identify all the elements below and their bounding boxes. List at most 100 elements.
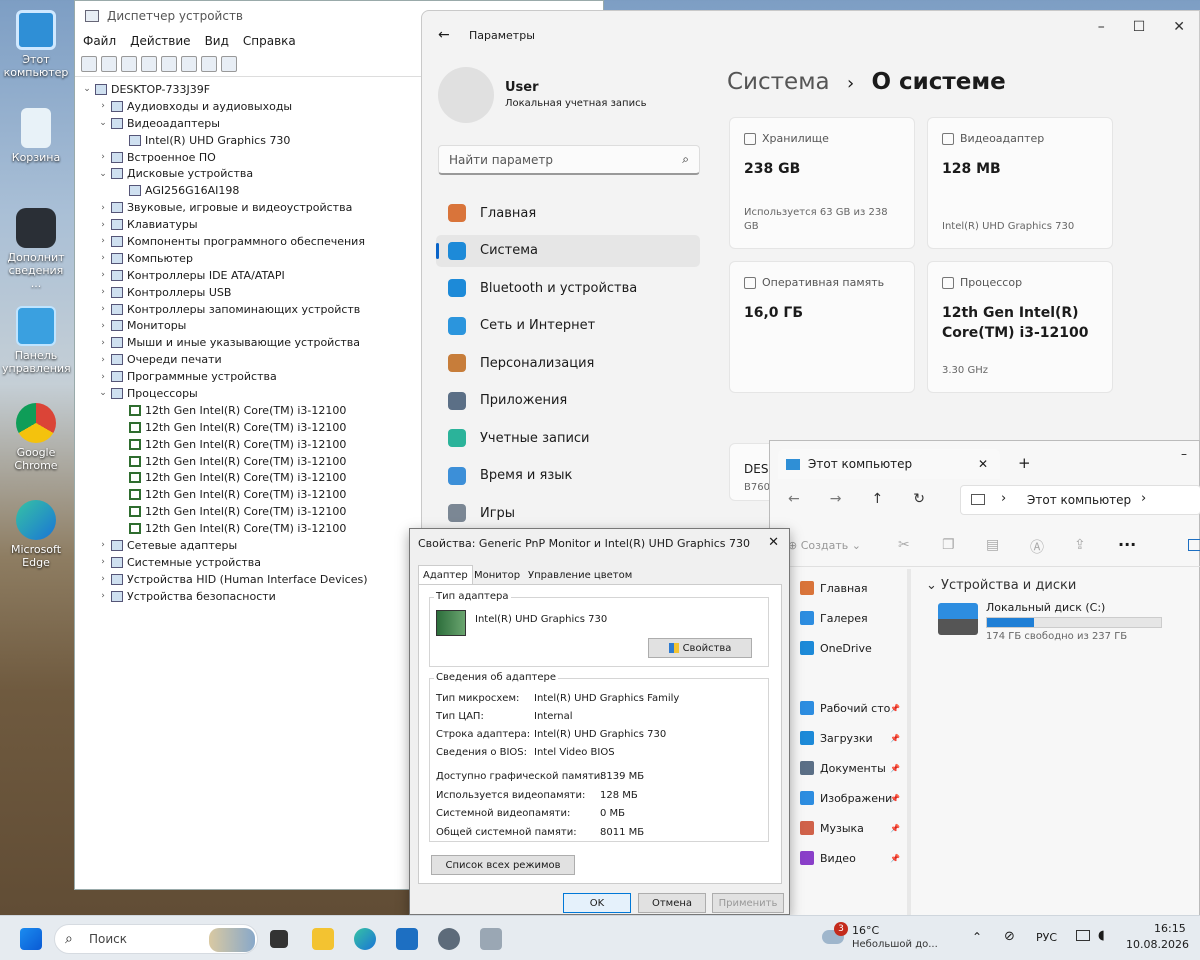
minimize-icon[interactable]: – bbox=[1181, 447, 1187, 461]
chevron-right-icon[interactable]: › bbox=[97, 591, 109, 601]
desktop-icon-control-panel[interactable]: Панель управления bbox=[2, 306, 71, 375]
cut-icon[interactable]: ✂ bbox=[898, 537, 910, 553]
forward-arrow-icon[interactable] bbox=[101, 55, 117, 72]
scan-hardware-icon[interactable] bbox=[221, 55, 237, 72]
explorer-sidebar-item[interactable]: Документы 📌 bbox=[800, 758, 900, 778]
explorer-sidebar-item[interactable]: Галерея bbox=[800, 608, 900, 628]
spec-card[interactable]: Оперативная память 16,0 ГБ bbox=[729, 261, 915, 393]
volume-icon[interactable]: ◖ bbox=[1098, 928, 1105, 943]
chevron-right-icon[interactable]: › bbox=[97, 355, 109, 365]
pin-icon[interactable]: 📌 bbox=[890, 704, 900, 713]
menu-help[interactable]: Справка bbox=[243, 34, 296, 48]
maximize-icon[interactable]: ☐ bbox=[1133, 19, 1146, 35]
search-input[interactable]: Найти параметр bbox=[449, 153, 553, 167]
settings-search[interactable]: Найти параметр ⌕ bbox=[438, 145, 700, 175]
chevron-right-icon[interactable]: › bbox=[97, 152, 109, 162]
chevron-down-icon[interactable]: ⌄ bbox=[81, 84, 93, 94]
network-icon[interactable]: ⊘ bbox=[1004, 929, 1015, 944]
pin-icon[interactable]: 📌 bbox=[890, 764, 900, 773]
show-hidden-icon[interactable] bbox=[181, 55, 197, 72]
desktop-icon-recycle-bin[interactable]: Корзина bbox=[2, 108, 70, 164]
explorer-sidebar-item[interactable]: Изображени 📌 bbox=[800, 788, 900, 808]
chevron-down-icon[interactable]: ⌄ bbox=[97, 169, 109, 179]
help-icon[interactable] bbox=[161, 55, 177, 72]
clock-date[interactable]: 10.08.2026 bbox=[1126, 938, 1189, 951]
chevron-up-icon[interactable]: ⌃ bbox=[972, 930, 982, 944]
nav-item[interactable]: Главная bbox=[436, 197, 700, 229]
task-view-icon[interactable] bbox=[270, 930, 288, 948]
desktop-icon-edge[interactable]: Microsoft Edge bbox=[2, 500, 70, 569]
chevron-right-icon[interactable]: › bbox=[97, 557, 109, 567]
clock-time[interactable]: 16:15 bbox=[1154, 922, 1186, 935]
forward-arrow-icon[interactable]: → bbox=[830, 491, 842, 507]
menu-file[interactable]: Файл bbox=[83, 34, 116, 48]
apply-button[interactable]: Применить bbox=[712, 893, 784, 913]
back-arrow-icon[interactable]: ← bbox=[438, 27, 450, 43]
pin-icon[interactable]: 📌 bbox=[890, 854, 900, 863]
address-bar[interactable]: › Этот компьютер › bbox=[960, 485, 1200, 515]
chevron-right-icon[interactable]: › bbox=[97, 101, 109, 111]
nav-item[interactable]: Bluetooth и устройства bbox=[436, 272, 700, 304]
tab-monitor[interactable]: Монитор bbox=[470, 567, 524, 583]
new-item-button[interactable]: ⊕ Создать ⌄ bbox=[788, 539, 861, 552]
explorer-tab[interactable]: Этот компьютер ✕ bbox=[778, 449, 1000, 479]
chevron-right-icon[interactable]: › bbox=[97, 321, 109, 331]
chevron-down-icon[interactable]: ⌄ bbox=[97, 118, 109, 128]
chevron-right-icon[interactable]: › bbox=[97, 287, 109, 297]
up-arrow-icon[interactable]: ↑ bbox=[871, 491, 883, 507]
details-pane-icon[interactable] bbox=[1188, 539, 1200, 551]
device-manager-icon[interactable] bbox=[480, 928, 502, 950]
pin-icon[interactable]: 📌 bbox=[890, 734, 900, 743]
pin-icon[interactable]: 📌 bbox=[890, 824, 900, 833]
list-view-icon[interactable] bbox=[141, 55, 157, 72]
update-driver-icon[interactable] bbox=[201, 55, 217, 72]
chevron-right-icon[interactable]: › bbox=[97, 338, 109, 348]
close-icon[interactable]: ✕ bbox=[768, 535, 779, 550]
chevron-right-icon[interactable]: › bbox=[97, 270, 109, 280]
back-arrow-icon[interactable]: ← bbox=[788, 491, 800, 507]
chevron-right-icon[interactable]: › bbox=[97, 574, 109, 584]
desktop-icon-chrome[interactable]: Google Chrome bbox=[2, 403, 70, 472]
desktop-icon-extra-info[interactable]: Дополнит сведения ... bbox=[2, 208, 70, 290]
chevron-down-icon[interactable]: ⌄ bbox=[97, 388, 109, 398]
menu-action[interactable]: Действие bbox=[130, 34, 190, 48]
pin-icon[interactable]: 📌 bbox=[890, 794, 900, 803]
drive-c[interactable]: Локальный диск (C:) 174 ГБ свободно из 2… bbox=[938, 601, 1168, 647]
breadcrumb-parent[interactable]: Система bbox=[727, 69, 830, 95]
menu-view[interactable]: Вид bbox=[205, 34, 229, 48]
ok-button[interactable]: OK bbox=[563, 893, 631, 913]
spec-card[interactable]: Хранилище 238 GB Используется 63 GB из 238… bbox=[729, 117, 915, 249]
nav-item[interactable]: Учетные записи bbox=[436, 422, 700, 454]
file-explorer-icon[interactable] bbox=[312, 928, 334, 950]
chevron-right-icon[interactable]: › bbox=[1141, 491, 1146, 506]
explorer-sidebar-item[interactable]: Музыка 📌 bbox=[800, 818, 900, 838]
sidebar-scrollbar[interactable] bbox=[907, 569, 911, 921]
windows-start-icon[interactable] bbox=[20, 928, 42, 950]
nav-item[interactable]: Приложения bbox=[436, 385, 700, 417]
nav-item[interactable]: Система bbox=[436, 234, 700, 267]
share-icon[interactable]: ⇪ bbox=[1074, 537, 1086, 553]
chevron-right-icon[interactable]: › bbox=[97, 203, 109, 213]
explorer-sidebar-item[interactable]: Рабочий сто 📌 bbox=[800, 698, 900, 718]
desktop-icon-this-pc[interactable]: Этот компьютер bbox=[2, 10, 70, 79]
tab-adapter[interactable]: Адаптер bbox=[418, 565, 473, 585]
taskbar-search[interactable]: ⌕ Поиск bbox=[54, 924, 258, 954]
tab-color-management[interactable]: Управление цветом bbox=[524, 567, 636, 583]
minimize-icon[interactable]: – bbox=[1098, 19, 1105, 35]
properties-icon[interactable] bbox=[121, 55, 137, 72]
cancel-button[interactable]: Отмена bbox=[638, 893, 706, 913]
chevron-right-icon[interactable]: › bbox=[97, 253, 109, 263]
chevron-right-icon[interactable]: › bbox=[97, 304, 109, 314]
language-indicator[interactable]: РУС bbox=[1036, 931, 1057, 944]
spec-card[interactable]: Процессор 12th Gen Intel(R) Core(TM) i3-1… bbox=[927, 261, 1113, 393]
nav-item[interactable]: Сеть и Интернет bbox=[436, 310, 700, 342]
section-header[interactable]: ⌄ Устройства и диски bbox=[926, 578, 1076, 593]
store-icon[interactable] bbox=[396, 928, 418, 950]
paste-icon[interactable]: ▤ bbox=[986, 537, 999, 553]
nav-item[interactable]: Время и язык bbox=[436, 460, 700, 492]
edge-icon[interactable] bbox=[354, 928, 376, 950]
chevron-right-icon[interactable]: › bbox=[97, 540, 109, 550]
chevron-right-icon[interactable]: › bbox=[97, 220, 109, 230]
search-input[interactable]: Поиск bbox=[89, 932, 127, 946]
close-tab-icon[interactable]: ✕ bbox=[978, 457, 988, 471]
